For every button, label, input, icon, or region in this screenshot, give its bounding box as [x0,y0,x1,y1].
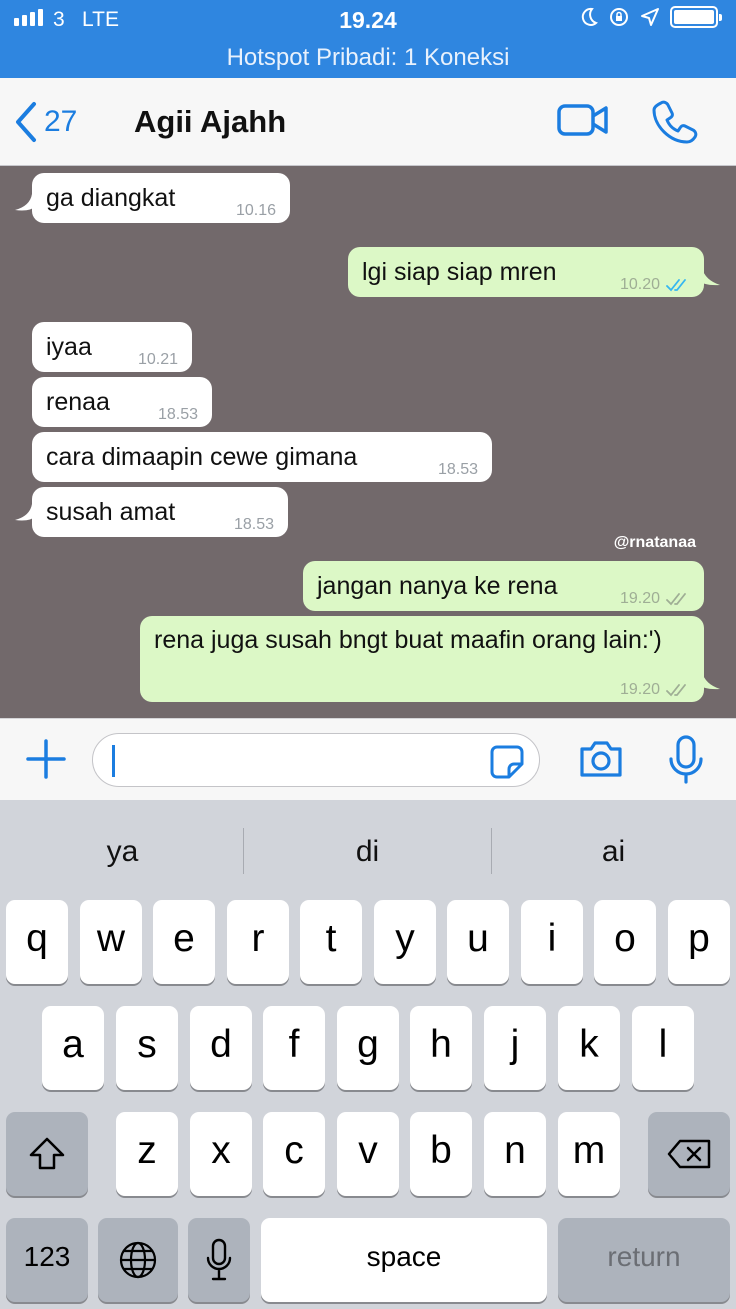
message-input[interactable] [92,733,540,787]
key-v[interactable]: v [337,1112,399,1196]
message-time: 10.21 [137,351,178,368]
camera-icon [580,741,622,777]
numbers-key[interactable]: 123 [6,1218,88,1302]
key-y[interactable]: y [374,900,436,984]
space-key[interactable]: space [261,1218,547,1302]
message-bubble-incoming[interactable]: ga diangkat 10.16 [32,173,290,223]
message-time: 18.53 [437,461,478,478]
key-e[interactable]: e [153,900,215,984]
message-text: cara dimaapin cewe gimana [46,443,358,471]
whatsapp-chat-screen: 3 LTE 19.24 Hotspot Pribadi: 1 Koneksi 2… [0,0,736,1309]
key-s[interactable]: s [116,1006,178,1090]
globe-icon [119,1241,157,1279]
globe-key[interactable] [98,1218,178,1302]
moon-icon [581,7,598,26]
key-f[interactable]: f [263,1006,325,1090]
key-u[interactable]: u [447,900,509,984]
delivered-receipt-icon [666,593,686,606]
key-j[interactable]: j [484,1006,546,1090]
key-t[interactable]: t [300,900,362,984]
battery-icon [670,6,722,28]
key-z[interactable]: z [116,1112,178,1196]
key-k[interactable]: k [558,1006,620,1090]
sticker-button[interactable] [489,744,525,785]
message-text: ga diangkat [46,184,176,212]
message-time: 19.20 [619,681,660,698]
key-i[interactable]: i [521,900,583,984]
message-time: 10.16 [235,202,276,219]
key-q[interactable]: q [6,900,68,984]
rotation-lock-icon [610,8,628,26]
key-r[interactable]: r [227,900,289,984]
keyboard: ya di ai q w e r t y u i o p a s d f g h… [0,800,736,1309]
chevron-left-icon [16,102,36,142]
suggestion-3[interactable]: ai [491,800,736,900]
key-x[interactable]: x [190,1112,252,1196]
camera-button[interactable] [578,739,624,784]
key-m[interactable]: m [558,1112,620,1196]
key-o[interactable]: o [594,900,656,984]
back-button[interactable]: 27 [14,100,77,144]
key-a[interactable]: a [42,1006,104,1090]
location-arrow-icon [641,8,659,26]
plus-icon [26,739,66,779]
voice-note-button[interactable] [668,735,704,790]
attach-button[interactable] [24,737,68,786]
message-text: susah amat [46,498,176,526]
unread-count: 27 [44,105,78,138]
backspace-key[interactable] [648,1112,730,1196]
sticker-icon [490,745,524,779]
key-h[interactable]: h [410,1006,472,1090]
message-text: iyaa [46,333,92,361]
shift-icon [29,1137,65,1170]
message-list[interactable]: ga diangkat 10.16 lgi siap siap mren 10.… [0,166,736,718]
phone-call-icon [652,100,698,144]
message-bubble-incoming[interactable]: renaa 18.53 [32,377,212,427]
delivered-receipt-icon [666,684,686,697]
message-text: rena juga susah bngt buat maafin orang l… [154,626,662,654]
message-time: 19.20 [619,590,660,607]
video-call-button[interactable] [556,98,610,147]
key-n[interactable]: n [484,1112,546,1196]
suggestion-1[interactable]: ya [0,800,245,900]
key-b[interactable]: b [410,1112,472,1196]
message-text: renaa [46,388,110,416]
suggestion-2[interactable]: di [245,800,490,900]
key-d[interactable]: d [190,1006,252,1090]
message-text: jangan nanya ke rena [317,572,558,600]
read-receipt-icon [666,279,686,292]
chat-header: 27 Agii Ajahh [0,78,736,166]
hotspot-banner[interactable]: Hotspot Pribadi: 1 Koneksi [0,42,736,78]
message-time: 18.53 [233,516,274,533]
message-bubble-incoming[interactable]: susah amat 18.53 [32,487,288,537]
message-text: lgi siap siap mren [362,258,557,286]
dictation-mic-icon [206,1238,232,1281]
message-bubble-incoming[interactable]: iyaa 10.21 [32,322,192,372]
voice-call-button[interactable] [652,98,698,149]
microphone-icon [669,735,703,784]
backspace-icon [667,1139,711,1169]
message-time: 18.53 [157,406,198,423]
key-l[interactable]: l [632,1006,694,1090]
status-bar: 3 LTE 19.24 [0,0,736,42]
message-bubble-outgoing[interactable]: jangan nanya ke rena 19.20 [303,561,704,611]
message-time: 10.20 [619,276,660,293]
shift-key[interactable] [6,1112,88,1196]
message-bubble-outgoing[interactable]: rena juga susah bngt buat maafin orang l… [140,616,704,702]
compose-bar [0,718,736,800]
key-c[interactable]: c [263,1112,325,1196]
message-bubble-incoming[interactable]: cara dimaapin cewe gimana 18.53 [32,432,492,482]
watermark: @rnatanaa [613,534,696,551]
key-w[interactable]: w [80,900,142,984]
return-key[interactable]: return [558,1218,730,1302]
dictation-key[interactable] [188,1218,250,1302]
message-bubble-outgoing[interactable]: lgi siap siap mren 10.20 [348,247,704,297]
text-caret [112,745,115,777]
contact-name[interactable]: Agii Ajahh [134,104,286,140]
suggestion-divider [243,828,244,874]
key-g[interactable]: g [337,1006,399,1090]
key-p[interactable]: p [668,900,730,984]
status-icons [580,6,722,28]
video-call-icon [557,104,608,136]
